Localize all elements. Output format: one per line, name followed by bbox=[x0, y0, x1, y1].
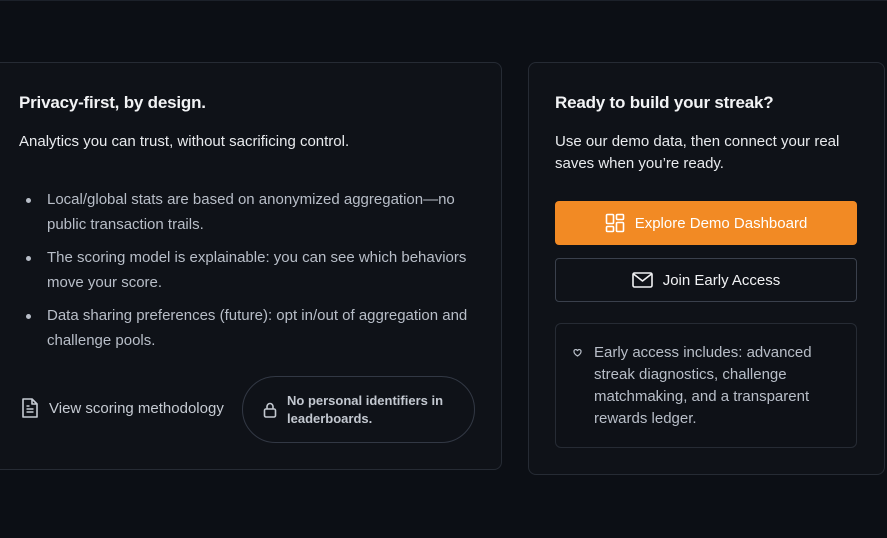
privacy-bullet: Local/global stats are based on anonymiz… bbox=[19, 187, 479, 237]
privacy-badge-text: No personal identifiers in leaderboards. bbox=[287, 392, 444, 426]
privacy-title: Privacy-first, by design. bbox=[19, 93, 206, 112]
privacy-bullet: Data sharing preferences (future): opt i… bbox=[19, 303, 479, 353]
privacy-card: Privacy-first, by design. Analytics you … bbox=[0, 62, 502, 470]
early-access-note: Early access includes: advanced streak d… bbox=[555, 323, 857, 448]
heart-icon bbox=[573, 349, 582, 357]
top-divider bbox=[0, 0, 887, 1]
privacy-bullet-list: Local/global stats are based on anonymiz… bbox=[19, 187, 479, 361]
cta-title: Ready to build your streak? bbox=[555, 93, 774, 112]
privacy-subtitle: Analytics you can trust, without sacrifi… bbox=[19, 133, 350, 150]
view-methodology-link[interactable]: View scoring methodology bbox=[21, 397, 224, 419]
privacy-bullet: The scoring model is explainable: you ca… bbox=[19, 245, 479, 295]
mail-icon bbox=[631, 272, 653, 288]
privacy-badge: No personal identifiers in leaderboards. bbox=[242, 376, 475, 443]
join-early-access-label: Join Early Access bbox=[662, 271, 781, 289]
early-access-note-text: Early access includes: advanced streak d… bbox=[594, 344, 812, 427]
lock-icon bbox=[263, 402, 277, 418]
cta-card: Ready to build your streak? Use our demo… bbox=[528, 62, 885, 475]
explore-demo-dashboard-button[interactable]: Explore Demo Dashboard bbox=[555, 201, 857, 245]
cta-subtitle: Use our demo data, then connect your rea… bbox=[555, 133, 840, 172]
join-early-access-button[interactable]: Join Early Access bbox=[555, 258, 857, 302]
explore-demo-label: Explore Demo Dashboard bbox=[634, 214, 808, 232]
dashboard-icon bbox=[605, 213, 625, 233]
methodology-link-label: View scoring methodology bbox=[49, 399, 224, 417]
document-icon bbox=[21, 397, 39, 419]
